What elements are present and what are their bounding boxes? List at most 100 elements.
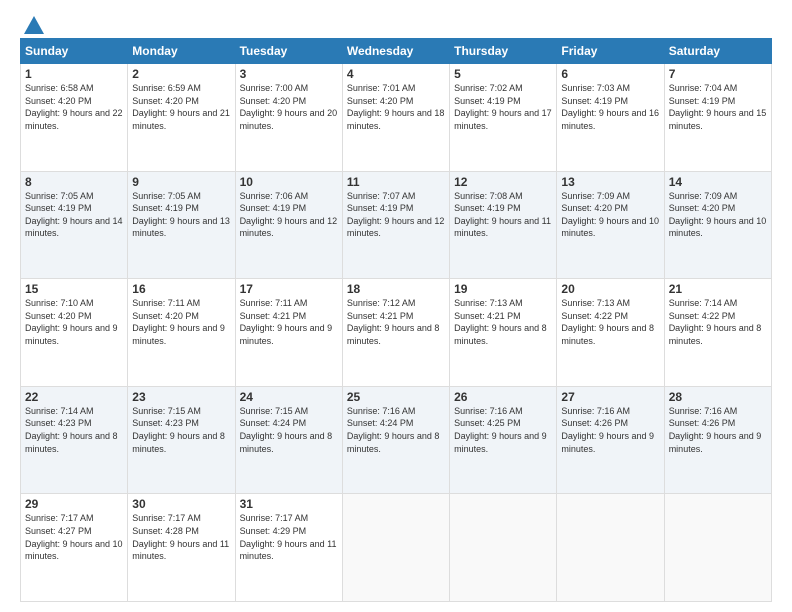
calendar-day-18: 18 Sunrise: 7:12 AMSunset: 4:21 PMDaylig… xyxy=(342,279,449,387)
calendar-day-23: 23 Sunrise: 7:15 AMSunset: 4:23 PMDaylig… xyxy=(128,386,235,494)
day-number: 3 xyxy=(240,67,338,81)
calendar-day-31: 31 Sunrise: 7:17 AMSunset: 4:29 PMDaylig… xyxy=(235,494,342,602)
calendar-day-12: 12 Sunrise: 7:08 AMSunset: 4:19 PMDaylig… xyxy=(450,171,557,279)
cell-info: Sunrise: 7:04 AMSunset: 4:19 PMDaylight:… xyxy=(669,83,767,131)
day-number: 10 xyxy=(240,175,338,189)
day-number: 19 xyxy=(454,282,552,296)
calendar-day-20: 20 Sunrise: 7:13 AMSunset: 4:22 PMDaylig… xyxy=(557,279,664,387)
cell-info: Sunrise: 7:16 AMSunset: 4:25 PMDaylight:… xyxy=(454,406,547,454)
cell-info: Sunrise: 7:06 AMSunset: 4:19 PMDaylight:… xyxy=(240,191,338,239)
calendar-week-4: 22 Sunrise: 7:14 AMSunset: 4:23 PMDaylig… xyxy=(21,386,772,494)
calendar-day-22: 22 Sunrise: 7:14 AMSunset: 4:23 PMDaylig… xyxy=(21,386,128,494)
calendar-day-8: 8 Sunrise: 7:05 AMSunset: 4:19 PMDayligh… xyxy=(21,171,128,279)
weekday-header-row: SundayMondayTuesdayWednesdayThursdayFrid… xyxy=(21,39,772,64)
cell-info: Sunrise: 7:11 AMSunset: 4:21 PMDaylight:… xyxy=(240,298,333,346)
day-number: 4 xyxy=(347,67,445,81)
logo xyxy=(20,16,44,34)
cell-info: Sunrise: 7:17 AMSunset: 4:27 PMDaylight:… xyxy=(25,513,123,561)
calendar-body: 1 Sunrise: 6:58 AMSunset: 4:20 PMDayligh… xyxy=(21,64,772,602)
calendar-day-13: 13 Sunrise: 7:09 AMSunset: 4:20 PMDaylig… xyxy=(557,171,664,279)
calendar-day-10: 10 Sunrise: 7:06 AMSunset: 4:19 PMDaylig… xyxy=(235,171,342,279)
weekday-header-wednesday: Wednesday xyxy=(342,39,449,64)
day-number: 28 xyxy=(669,390,767,404)
cell-info: Sunrise: 7:13 AMSunset: 4:22 PMDaylight:… xyxy=(561,298,654,346)
calendar-day-25: 25 Sunrise: 7:16 AMSunset: 4:24 PMDaylig… xyxy=(342,386,449,494)
cell-info: Sunrise: 7:14 AMSunset: 4:22 PMDaylight:… xyxy=(669,298,762,346)
day-number: 11 xyxy=(347,175,445,189)
empty-cell xyxy=(342,494,449,602)
calendar-day-24: 24 Sunrise: 7:15 AMSunset: 4:24 PMDaylig… xyxy=(235,386,342,494)
cell-info: Sunrise: 7:14 AMSunset: 4:23 PMDaylight:… xyxy=(25,406,118,454)
cell-info: Sunrise: 7:17 AMSunset: 4:28 PMDaylight:… xyxy=(132,513,229,561)
day-number: 8 xyxy=(25,175,123,189)
cell-info: Sunrise: 7:00 AMSunset: 4:20 PMDaylight:… xyxy=(240,83,338,131)
day-number: 20 xyxy=(561,282,659,296)
day-number: 22 xyxy=(25,390,123,404)
day-number: 21 xyxy=(669,282,767,296)
cell-info: Sunrise: 7:10 AMSunset: 4:20 PMDaylight:… xyxy=(25,298,118,346)
calendar-day-17: 17 Sunrise: 7:11 AMSunset: 4:21 PMDaylig… xyxy=(235,279,342,387)
calendar-week-3: 15 Sunrise: 7:10 AMSunset: 4:20 PMDaylig… xyxy=(21,279,772,387)
cell-info: Sunrise: 7:09 AMSunset: 4:20 PMDaylight:… xyxy=(669,191,767,239)
day-number: 31 xyxy=(240,497,338,511)
weekday-header-saturday: Saturday xyxy=(664,39,771,64)
calendar-day-15: 15 Sunrise: 7:10 AMSunset: 4:20 PMDaylig… xyxy=(21,279,128,387)
calendar-day-28: 28 Sunrise: 7:16 AMSunset: 4:26 PMDaylig… xyxy=(664,386,771,494)
weekday-header-monday: Monday xyxy=(128,39,235,64)
day-number: 27 xyxy=(561,390,659,404)
calendar-table: SundayMondayTuesdayWednesdayThursdayFrid… xyxy=(20,38,772,602)
weekday-header-tuesday: Tuesday xyxy=(235,39,342,64)
cell-info: Sunrise: 7:01 AMSunset: 4:20 PMDaylight:… xyxy=(347,83,445,131)
weekday-header-friday: Friday xyxy=(557,39,664,64)
day-number: 12 xyxy=(454,175,552,189)
logo-area xyxy=(20,16,44,30)
cell-info: Sunrise: 7:08 AMSunset: 4:19 PMDaylight:… xyxy=(454,191,551,239)
calendar-day-26: 26 Sunrise: 7:16 AMSunset: 4:25 PMDaylig… xyxy=(450,386,557,494)
day-number: 15 xyxy=(25,282,123,296)
cell-info: Sunrise: 7:05 AMSunset: 4:19 PMDaylight:… xyxy=(25,191,123,239)
day-number: 6 xyxy=(561,67,659,81)
calendar-day-7: 7 Sunrise: 7:04 AMSunset: 4:19 PMDayligh… xyxy=(664,64,771,172)
cell-info: Sunrise: 7:15 AMSunset: 4:23 PMDaylight:… xyxy=(132,406,225,454)
cell-info: Sunrise: 7:03 AMSunset: 4:19 PMDaylight:… xyxy=(561,83,659,131)
day-number: 23 xyxy=(132,390,230,404)
day-number: 26 xyxy=(454,390,552,404)
calendar-day-16: 16 Sunrise: 7:11 AMSunset: 4:20 PMDaylig… xyxy=(128,279,235,387)
calendar-week-1: 1 Sunrise: 6:58 AMSunset: 4:20 PMDayligh… xyxy=(21,64,772,172)
header xyxy=(20,16,772,30)
empty-cell xyxy=(664,494,771,602)
calendar-day-11: 11 Sunrise: 7:07 AMSunset: 4:19 PMDaylig… xyxy=(342,171,449,279)
cell-info: Sunrise: 7:16 AMSunset: 4:26 PMDaylight:… xyxy=(669,406,762,454)
day-number: 9 xyxy=(132,175,230,189)
calendar-day-30: 30 Sunrise: 7:17 AMSunset: 4:28 PMDaylig… xyxy=(128,494,235,602)
calendar-day-6: 6 Sunrise: 7:03 AMSunset: 4:19 PMDayligh… xyxy=(557,64,664,172)
cell-info: Sunrise: 7:17 AMSunset: 4:29 PMDaylight:… xyxy=(240,513,337,561)
day-number: 16 xyxy=(132,282,230,296)
weekday-header-sunday: Sunday xyxy=(21,39,128,64)
calendar-day-21: 21 Sunrise: 7:14 AMSunset: 4:22 PMDaylig… xyxy=(664,279,771,387)
cell-info: Sunrise: 7:16 AMSunset: 4:26 PMDaylight:… xyxy=(561,406,654,454)
cell-info: Sunrise: 7:13 AMSunset: 4:21 PMDaylight:… xyxy=(454,298,547,346)
calendar-day-4: 4 Sunrise: 7:01 AMSunset: 4:20 PMDayligh… xyxy=(342,64,449,172)
weekday-header-thursday: Thursday xyxy=(450,39,557,64)
page: SundayMondayTuesdayWednesdayThursdayFrid… xyxy=(0,0,792,612)
day-number: 13 xyxy=(561,175,659,189)
calendar-day-29: 29 Sunrise: 7:17 AMSunset: 4:27 PMDaylig… xyxy=(21,494,128,602)
day-number: 25 xyxy=(347,390,445,404)
calendar-day-19: 19 Sunrise: 7:13 AMSunset: 4:21 PMDaylig… xyxy=(450,279,557,387)
calendar-day-5: 5 Sunrise: 7:02 AMSunset: 4:19 PMDayligh… xyxy=(450,64,557,172)
day-number: 2 xyxy=(132,67,230,81)
day-number: 24 xyxy=(240,390,338,404)
cell-info: Sunrise: 7:02 AMSunset: 4:19 PMDaylight:… xyxy=(454,83,552,131)
day-number: 1 xyxy=(25,67,123,81)
day-number: 17 xyxy=(240,282,338,296)
day-number: 5 xyxy=(454,67,552,81)
day-number: 29 xyxy=(25,497,123,511)
empty-cell xyxy=(557,494,664,602)
calendar-day-9: 9 Sunrise: 7:05 AMSunset: 4:19 PMDayligh… xyxy=(128,171,235,279)
cell-info: Sunrise: 6:58 AMSunset: 4:20 PMDaylight:… xyxy=(25,83,123,131)
cell-info: Sunrise: 6:59 AMSunset: 4:20 PMDaylight:… xyxy=(132,83,230,131)
calendar-day-27: 27 Sunrise: 7:16 AMSunset: 4:26 PMDaylig… xyxy=(557,386,664,494)
calendar-week-2: 8 Sunrise: 7:05 AMSunset: 4:19 PMDayligh… xyxy=(21,171,772,279)
calendar-day-3: 3 Sunrise: 7:00 AMSunset: 4:20 PMDayligh… xyxy=(235,64,342,172)
